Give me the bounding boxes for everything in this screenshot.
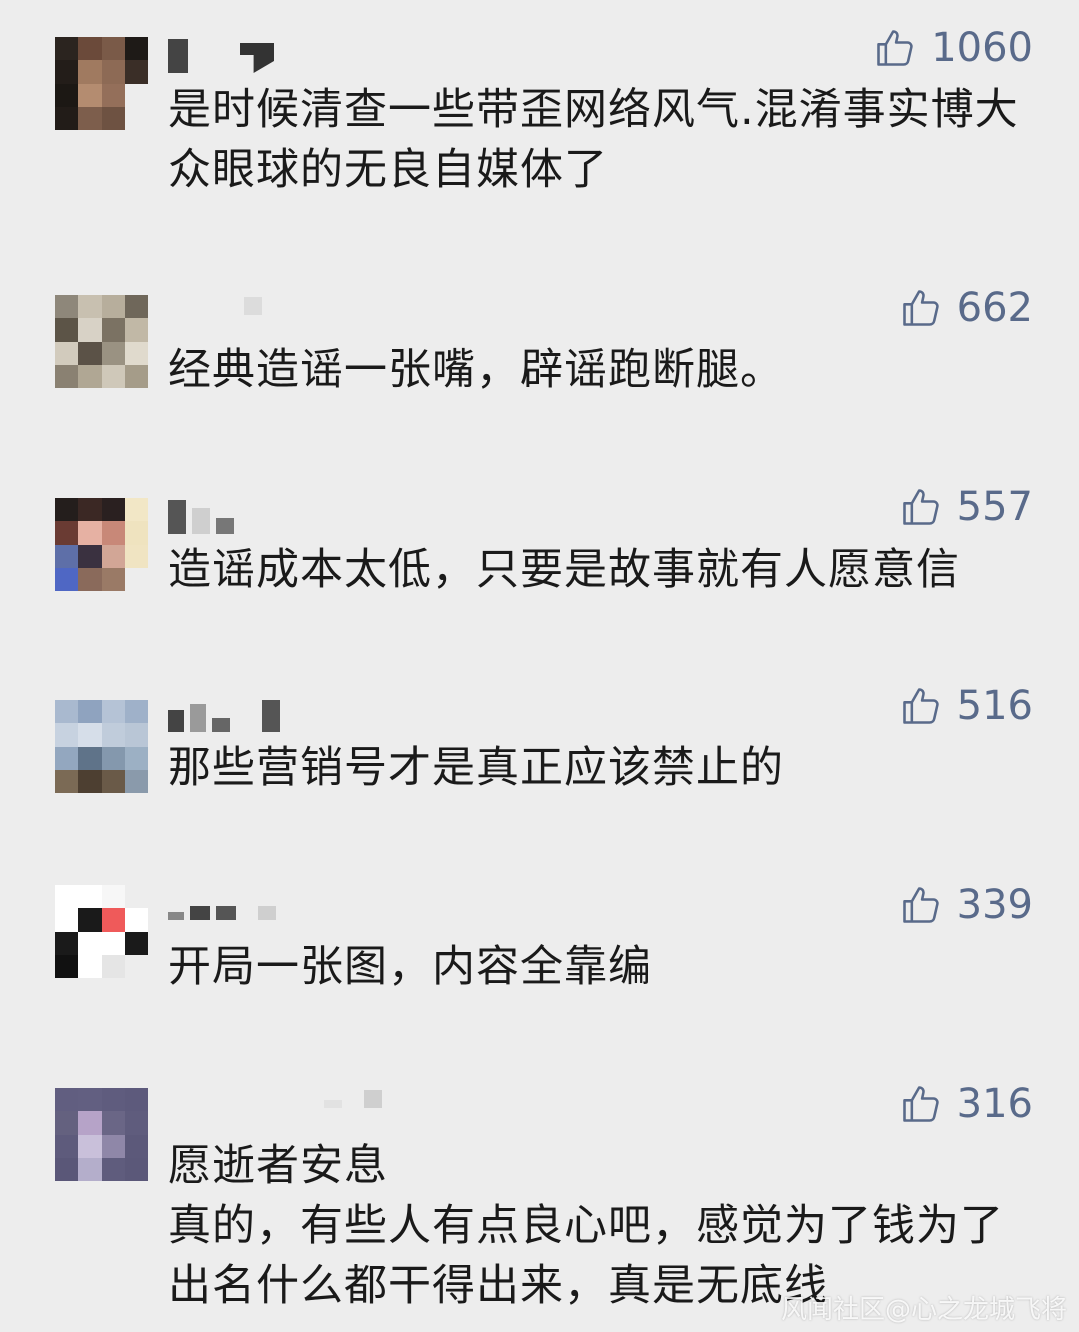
like-button[interactable]: 516 <box>899 684 1033 728</box>
thumbs-up-icon <box>902 489 939 525</box>
avatar[interactable] <box>55 498 148 591</box>
like-count: 557 <box>956 484 1033 530</box>
like-button[interactable]: 316 <box>899 1082 1033 1126</box>
like-count: 662 <box>956 285 1033 331</box>
thumbs-up-icon <box>902 290 939 326</box>
thumbs-up-icon <box>902 1086 939 1122</box>
like-button[interactable]: 662 <box>899 286 1033 330</box>
like-count: 316 <box>956 1081 1033 1127</box>
like-count: 1060 <box>931 25 1033 71</box>
avatar[interactable] <box>55 885 148 978</box>
like-button[interactable]: 557 <box>899 485 1033 529</box>
avatar[interactable] <box>55 700 148 793</box>
comment-text: 经典造谣一张嘴，辟谣跑断腿。 <box>168 345 784 395</box>
thumbs-up-icon <box>877 30 913 66</box>
avatar[interactable] <box>55 1088 148 1181</box>
nickname-blurred[interactable] <box>168 696 280 732</box>
comment-text: 造谣成本太低，只要是故事就有人愿意信 <box>168 545 960 595</box>
nickname-blurred[interactable] <box>168 884 276 920</box>
nickname-blurred[interactable] <box>168 279 262 315</box>
like-button[interactable]: 339 <box>899 883 1033 927</box>
comment-text: 那些营销号才是真正应该禁止的 <box>168 743 784 793</box>
comment-text: 是时候清查一些带歪网络风气.混淆事实博大众眼球的无良自媒体了 <box>168 85 1019 195</box>
nickname-blurred[interactable] <box>168 1072 382 1108</box>
thumbs-up-icon <box>902 887 939 923</box>
comment-text: 开局一张图，内容全靠编 <box>168 942 652 992</box>
watermark: 风闻社区@心之龙城飞将 <box>780 1295 1067 1325</box>
avatar[interactable] <box>55 295 148 388</box>
like-count: 516 <box>956 683 1033 729</box>
nickname-blurred[interactable] <box>168 498 234 534</box>
avatar[interactable] <box>55 37 148 130</box>
nickname-blurred[interactable] <box>168 37 274 73</box>
like-button[interactable]: 1060 <box>873 26 1033 70</box>
thumbs-up-icon <box>902 688 939 724</box>
like-count: 339 <box>956 882 1033 928</box>
